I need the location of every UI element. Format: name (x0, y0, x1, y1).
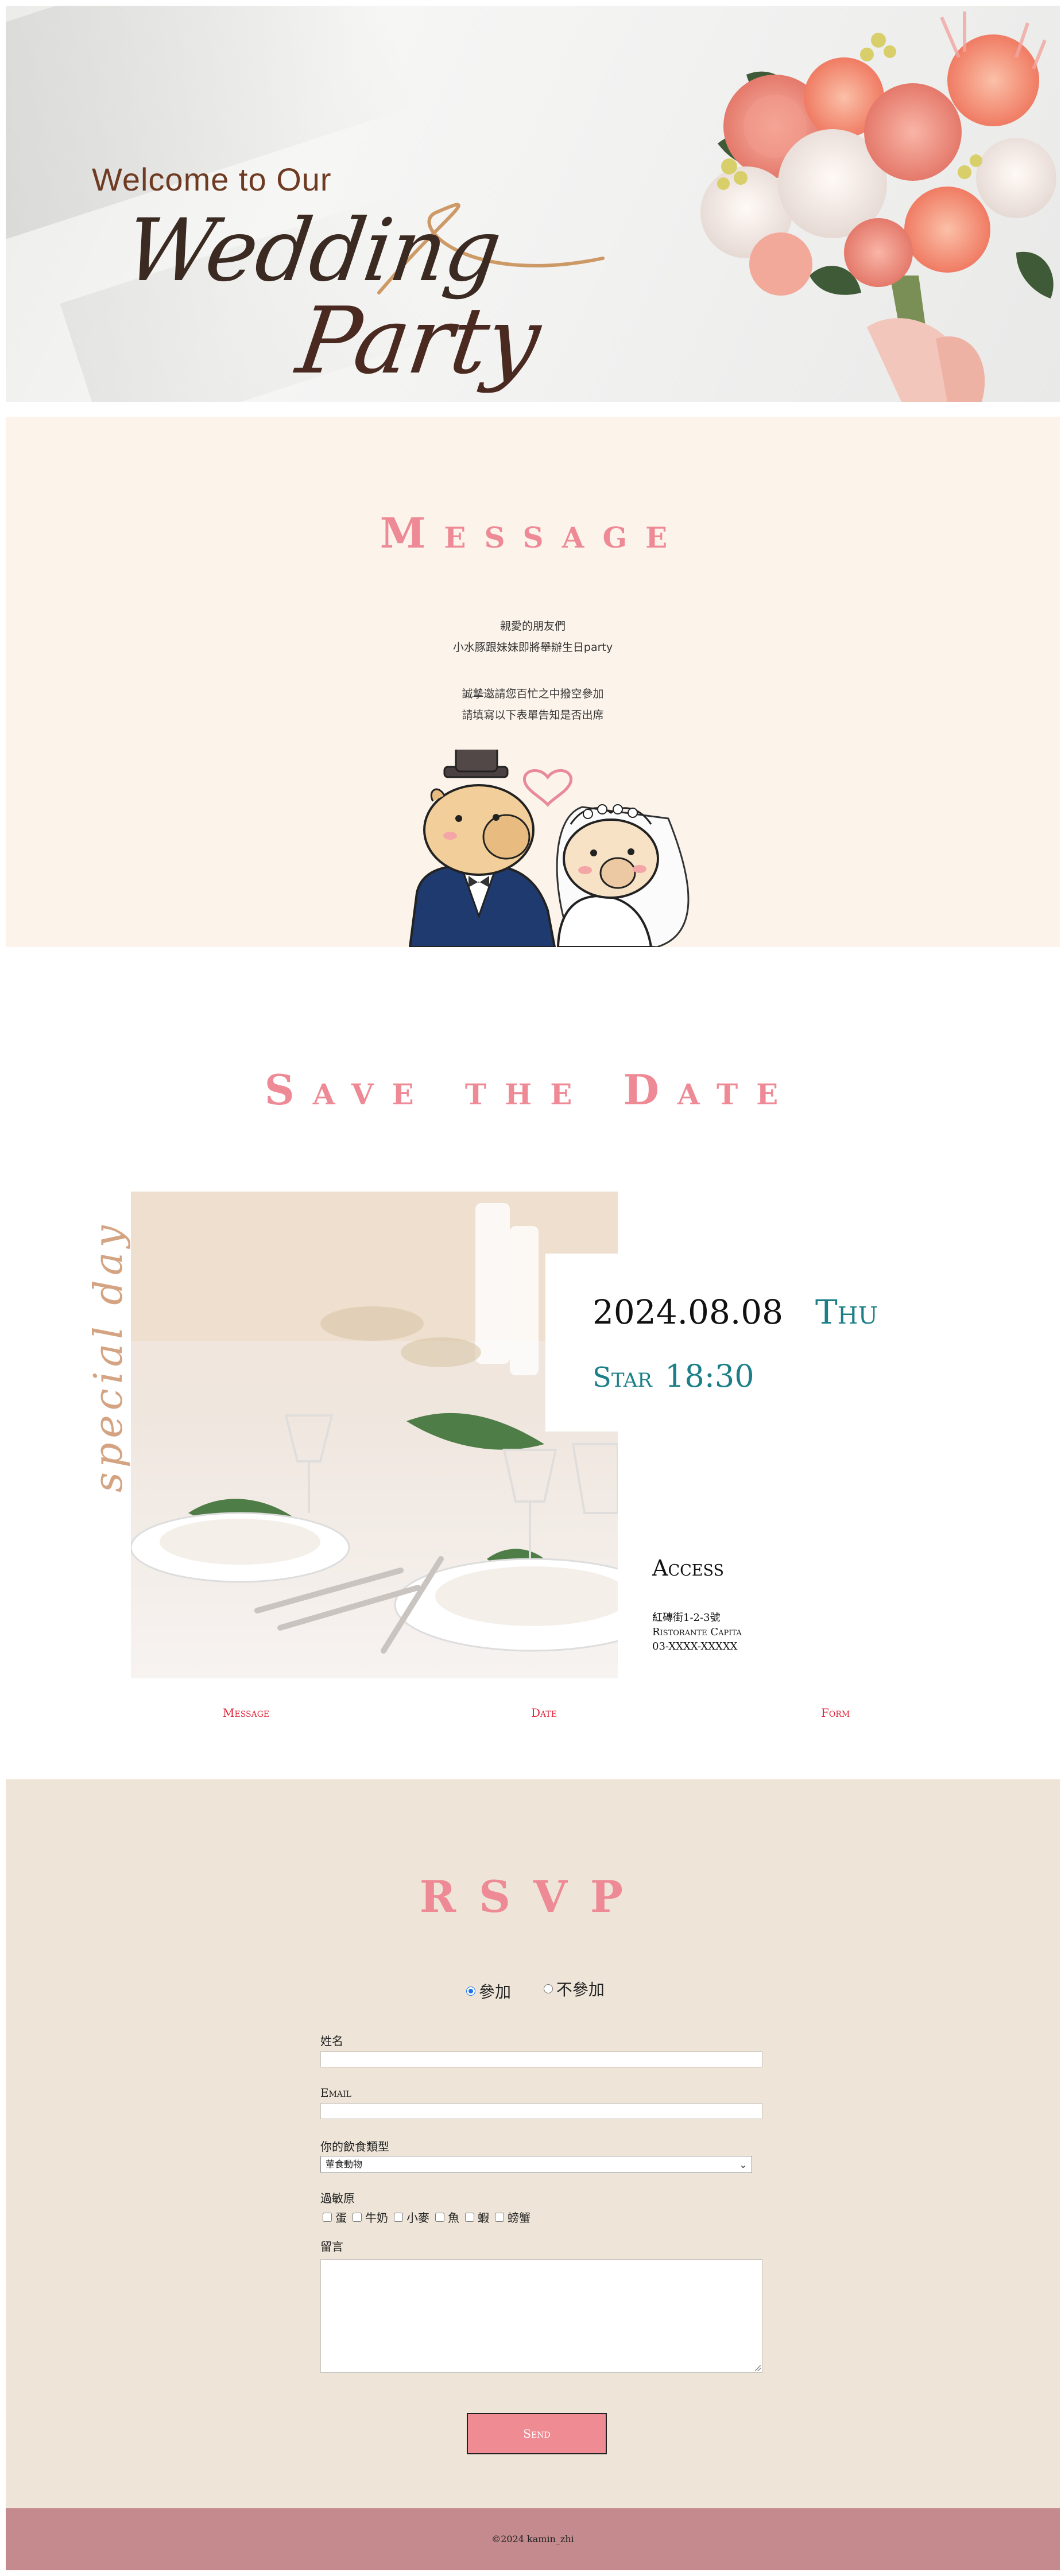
checkbox-icon[interactable] (465, 2212, 474, 2222)
start-label: Star (593, 1361, 652, 1394)
allergy-label-shrimp: 蝦 (478, 2211, 489, 2225)
radio-attend-label: 參加 (479, 1983, 512, 2001)
nav-link-message[interactable]: Message (223, 1706, 269, 1720)
attendance-radio-group: 參加 不參加 (466, 1977, 632, 2003)
allergy-checkbox-wheat[interactable]: 小麥 (394, 2209, 429, 2225)
allergy-label-egg: 蛋 (335, 2211, 347, 2225)
message-line: 小水豚跟妹妹即將舉辦生日party (452, 641, 613, 654)
checkbox-icon[interactable] (323, 2212, 332, 2222)
message-title: Message (380, 509, 686, 557)
allergy-label-milk: 牛奶 (365, 2211, 388, 2225)
wedding-script: Wedding (119, 201, 506, 301)
checkbox-icon[interactable] (394, 2212, 403, 2222)
nav-link-form[interactable]: Form (821, 1706, 850, 1720)
diet-selected-value: 葷食動物 (326, 2159, 363, 2170)
allergy-checkbox-milk[interactable]: 牛奶 (353, 2209, 388, 2225)
checkbox-icon[interactable] (353, 2212, 362, 2222)
radio-icon[interactable] (466, 1987, 475, 1996)
name-input[interactable] (320, 2051, 762, 2067)
radio-attend[interactable]: 參加 (466, 1980, 511, 2003)
access-phone: 03-XXXX-XXXXX (652, 1640, 738, 1652)
event-date: 2024.08.08 (593, 1293, 784, 1332)
footer: ©2024 kamin_zhi (6, 2508, 1060, 2570)
comment-textarea[interactable] (320, 2259, 762, 2373)
radio-not-attend-label: 不參加 (556, 1980, 605, 1999)
diet-label: 你的飲食類型 (320, 2140, 389, 2154)
copyright-text: ©2024 kamin_zhi (491, 2534, 574, 2544)
flower-bouquet-image (700, 11, 1056, 402)
hero-banner: Welcome to Our Wedding Party (6, 6, 1060, 402)
radio-not-attend[interactable]: 不參加 (543, 1977, 605, 2000)
chevron-down-icon: ⌄ (739, 2159, 747, 2170)
message-line: 請填寫以下表單告知是否出席 (462, 709, 604, 721)
party-script: Party (291, 287, 546, 394)
save-the-date-title: Save the Date (264, 1065, 797, 1114)
rsvp-title: RSVP (419, 1871, 646, 1922)
allergy-checkbox-crab[interactable]: 螃蟹 (495, 2209, 530, 2225)
resize-grip-icon[interactable] (755, 2365, 761, 2371)
welcome-text: Welcome to Our (92, 161, 332, 197)
email-label: Email (320, 2086, 351, 2100)
allergy-label-crab: 螃蟹 (508, 2211, 530, 2225)
start-time: 18:30 (665, 1358, 754, 1394)
access-address: 紅磚街1-2-3號 (652, 1612, 721, 1624)
allergy-label: 過敏原 (320, 2191, 355, 2205)
message-section: Message 親愛的朋友們 小水豚跟妹妹即將舉辦生日party 誠摯邀請您百忙… (6, 417, 1060, 947)
checkbox-icon[interactable] (495, 2212, 504, 2222)
email-input[interactable] (320, 2103, 762, 2119)
comment-label: 留言 (320, 2240, 343, 2253)
special-day-script: special day (86, 1221, 131, 1492)
capybara-couple-illustration (408, 750, 690, 947)
allergy-checkbox-fish[interactable]: 魚 (435, 2209, 459, 2225)
date-card (545, 1254, 890, 1431)
allergy-checkbox-egg[interactable]: 蛋 (323, 2209, 347, 2225)
heart-icon (523, 769, 572, 807)
message-line: 誠摯邀請您百忙之中撥空參加 (462, 688, 604, 700)
message-line: 親愛的朋友們 (499, 620, 566, 633)
allergy-checkbox-shrimp[interactable]: 蝦 (465, 2209, 489, 2225)
diet-select[interactable]: 葷食動物 ⌄ (320, 2156, 752, 2173)
rsvp-section: RSVP 參加 不參加 姓名 Email 你的飲食類型 葷食動物 ⌄ 過敏原 蛋… (6, 1779, 1060, 2508)
access-title: Access (652, 1555, 724, 1581)
event-weekday: Thu (815, 1293, 878, 1332)
table-setting-photo (131, 1192, 618, 1678)
access-venue: Ristorante Capita (652, 1626, 742, 1638)
nav-link-date[interactable]: Date (531, 1706, 557, 1720)
name-label: 姓名 (320, 2034, 343, 2048)
allergy-checkbox-group: 蛋 牛奶 小麥 魚 蝦 螃蟹 (323, 2209, 536, 2225)
allergy-label-fish: 魚 (448, 2211, 459, 2225)
send-button[interactable]: Send (467, 2413, 607, 2454)
allergy-label-wheat: 小麥 (406, 2211, 429, 2225)
access-info: 紅磚街1-2-3號 Ristorante Capita 03-XXXX-XXXX… (652, 1611, 742, 1654)
message-body: 親愛的朋友們 小水豚跟妹妹即將舉辦生日party 誠摯邀請您百忙之中撥空參加 請… (6, 616, 1060, 726)
checkbox-icon[interactable] (435, 2212, 444, 2222)
radio-icon[interactable] (543, 1984, 553, 1993)
